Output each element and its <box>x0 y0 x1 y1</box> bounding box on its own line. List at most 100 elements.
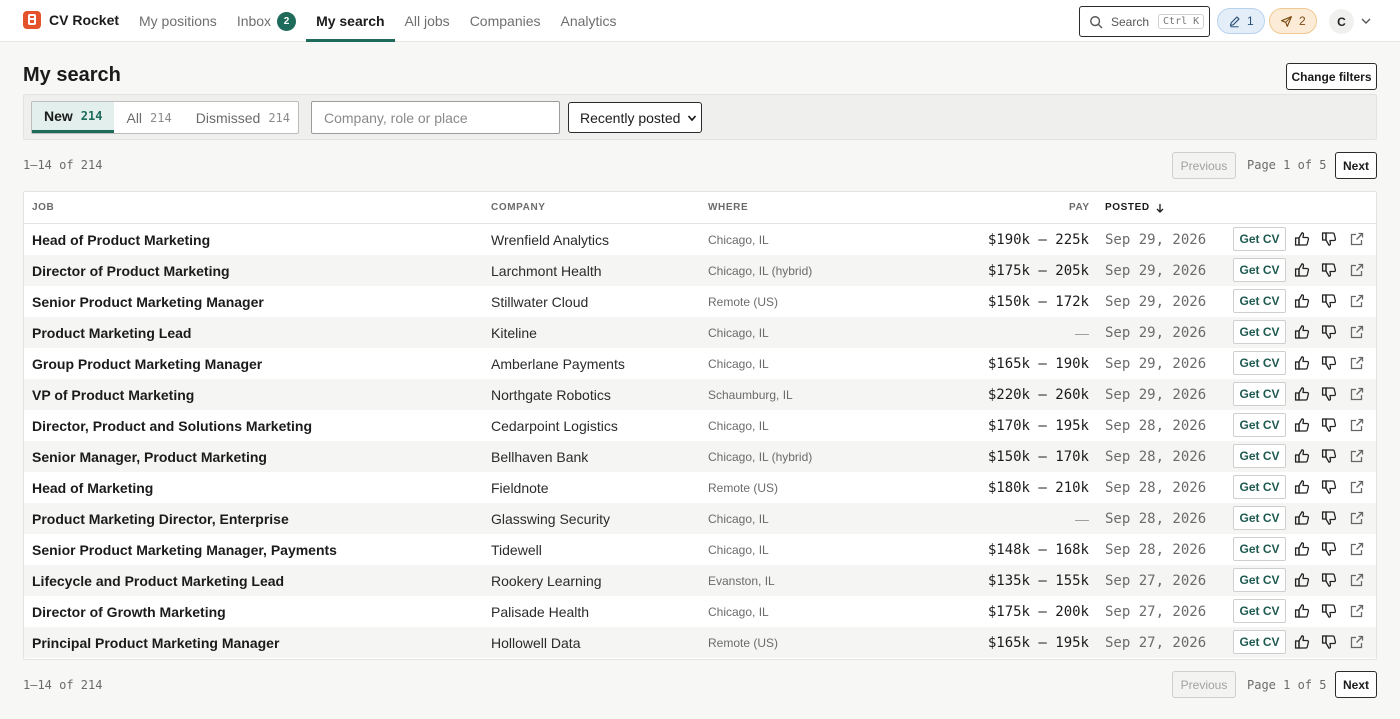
company-name[interactable]: Larchmont Health <box>491 255 602 286</box>
thumbs-up-icon[interactable] <box>1294 479 1310 495</box>
get-cv-button[interactable]: Get CV <box>1233 444 1286 468</box>
job-title[interactable]: Product Marketing Lead <box>32 317 191 348</box>
sent-pill[interactable]: 2 <box>1269 8 1317 34</box>
company-name[interactable]: Amberlane Payments <box>491 348 625 379</box>
thumbs-up-icon[interactable] <box>1294 355 1310 371</box>
thumbs-down-icon[interactable] <box>1321 541 1337 557</box>
thumbs-down-icon[interactable] <box>1321 386 1337 402</box>
company-name[interactable]: Hollowell Data <box>491 627 580 658</box>
external-link-icon[interactable] <box>1349 634 1365 650</box>
company-name[interactable]: Stillwater Cloud <box>491 286 588 317</box>
get-cv-button[interactable]: Get CV <box>1233 413 1286 437</box>
thumbs-down-icon[interactable] <box>1321 572 1337 588</box>
nav-inbox[interactable]: Inbox 2 <box>227 0 306 42</box>
thumbs-down-icon[interactable] <box>1321 510 1337 526</box>
external-link-icon[interactable] <box>1349 572 1365 588</box>
external-link-icon[interactable] <box>1349 448 1365 464</box>
external-link-icon[interactable] <box>1349 417 1365 433</box>
job-title[interactable]: Senior Manager, Product Marketing <box>32 441 267 472</box>
segment-all[interactable]: All 214 <box>114 102 183 133</box>
nav-my-positions[interactable]: My positions <box>129 0 227 42</box>
job-title[interactable]: Product Marketing Director, Enterprise <box>32 503 289 534</box>
table-row[interactable]: Head of Product Marketing Wrenfield Analy… <box>24 224 1376 255</box>
get-cv-button[interactable]: Get CV <box>1233 289 1286 313</box>
table-row[interactable]: Product Marketing Director, Enterprise Gl… <box>24 503 1376 534</box>
company-name[interactable]: Northgate Robotics <box>491 379 611 410</box>
external-link-icon[interactable] <box>1349 510 1365 526</box>
job-title[interactable]: Lifecycle and Product Marketing Lead <box>32 565 284 596</box>
thumbs-down-icon[interactable] <box>1321 603 1337 619</box>
table-row[interactable]: Senior Product Marketing Manager, Paymen… <box>24 534 1376 565</box>
external-link-icon[interactable] <box>1349 324 1365 340</box>
get-cv-button[interactable]: Get CV <box>1233 320 1286 344</box>
job-title[interactable]: VP of Product Marketing <box>32 379 194 410</box>
table-row[interactable]: Head of Marketing Fieldnote Remote (US) $18… <box>24 472 1376 503</box>
nav-all-jobs[interactable]: All jobs <box>395 0 460 42</box>
table-row[interactable]: Senior Manager, Product Marketing Bellhav… <box>24 441 1376 472</box>
thumbs-up-icon[interactable] <box>1294 293 1310 309</box>
thumbs-down-icon[interactable] <box>1321 634 1337 650</box>
job-title[interactable]: Senior Product Marketing Manager, Paymen… <box>32 534 337 565</box>
next-page-button[interactable]: Next <box>1335 152 1377 179</box>
thumbs-down-icon[interactable] <box>1321 231 1337 247</box>
column-header-company[interactable]: COMPANY <box>491 202 546 213</box>
table-row[interactable]: Product Marketing Lead Kiteline Chicago, I… <box>24 317 1376 348</box>
company-name[interactable]: Kiteline <box>491 317 537 348</box>
external-link-icon[interactable] <box>1349 355 1365 371</box>
table-row[interactable]: Director of Product Marketing Larchmont H… <box>24 255 1376 286</box>
drafts-pill[interactable]: 1 <box>1217 8 1265 34</box>
nav-companies[interactable]: Companies <box>460 0 551 42</box>
sort-select[interactable]: Recently posted <box>568 102 702 133</box>
segment-dismissed[interactable]: Dismissed 214 <box>184 102 302 133</box>
company-name[interactable]: Cedarpoint Logistics <box>491 410 618 441</box>
thumbs-up-icon[interactable] <box>1294 262 1310 278</box>
get-cv-button[interactable]: Get CV <box>1233 537 1286 561</box>
get-cv-button[interactable]: Get CV <box>1233 258 1286 282</box>
segment-new[interactable]: New 214 <box>32 102 115 133</box>
next-page-button-bottom[interactable]: Next <box>1335 671 1377 698</box>
company-name[interactable]: Glasswing Security <box>491 503 610 534</box>
thumbs-down-icon[interactable] <box>1321 293 1337 309</box>
table-row[interactable]: Senior Product Marketing Manager Stillwat… <box>24 286 1376 317</box>
column-header-pay[interactable]: PAY <box>1069 202 1090 213</box>
chevron-down-icon[interactable] <box>1359 14 1373 28</box>
previous-page-button-bottom[interactable]: Previous <box>1172 671 1236 698</box>
company-name[interactable]: Rookery Learning <box>491 565 602 596</box>
company-name[interactable]: Wrenfield Analytics <box>491 224 609 255</box>
thumbs-up-icon[interactable] <box>1294 634 1310 650</box>
job-title[interactable]: Head of Product Marketing <box>32 224 210 255</box>
thumbs-down-icon[interactable] <box>1321 262 1337 278</box>
external-link-icon[interactable] <box>1349 262 1365 278</box>
table-row[interactable]: Director, Product and Solutions Marketin… <box>24 410 1376 441</box>
job-title[interactable]: Group Product Marketing Manager <box>32 348 262 379</box>
change-filters-button[interactable]: Change filters <box>1286 63 1377 90</box>
external-link-icon[interactable] <box>1349 479 1365 495</box>
job-title[interactable]: Director of Growth Marketing <box>32 596 226 627</box>
thumbs-up-icon[interactable] <box>1294 510 1310 526</box>
thumbs-up-icon[interactable] <box>1294 386 1310 402</box>
table-row[interactable]: Group Product Marketing Manager Amberlane… <box>24 348 1376 379</box>
external-link-icon[interactable] <box>1349 386 1365 402</box>
thumbs-down-icon[interactable] <box>1321 324 1337 340</box>
nav-analytics[interactable]: Analytics <box>551 0 627 42</box>
thumbs-up-icon[interactable] <box>1294 541 1310 557</box>
external-link-icon[interactable] <box>1349 231 1365 247</box>
get-cv-button[interactable]: Get CV <box>1233 568 1286 592</box>
company-name[interactable]: Bellhaven Bank <box>491 441 588 472</box>
thumbs-up-icon[interactable] <box>1294 417 1310 433</box>
column-header-where[interactable]: WHERE <box>708 202 748 213</box>
thumbs-up-icon[interactable] <box>1294 324 1310 340</box>
get-cv-button[interactable]: Get CV <box>1233 351 1286 375</box>
thumbs-down-icon[interactable] <box>1321 479 1337 495</box>
thumbs-down-icon[interactable] <box>1321 417 1337 433</box>
table-row[interactable]: Principal Product Marketing Manager Hollo… <box>24 627 1376 658</box>
brand[interactable]: CV Rocket <box>23 11 119 29</box>
get-cv-button[interactable]: Get CV <box>1233 382 1286 406</box>
nav-my-search[interactable]: My search <box>306 0 396 42</box>
get-cv-button[interactable]: Get CV <box>1233 475 1286 499</box>
global-search-button[interactable]: Search Ctrl K <box>1079 6 1210 37</box>
external-link-icon[interactable] <box>1349 603 1365 619</box>
company-name[interactable]: Tidewell <box>491 534 542 565</box>
table-row[interactable]: VP of Product Marketing Northgate Robotic… <box>24 379 1376 410</box>
get-cv-button[interactable]: Get CV <box>1233 227 1286 251</box>
